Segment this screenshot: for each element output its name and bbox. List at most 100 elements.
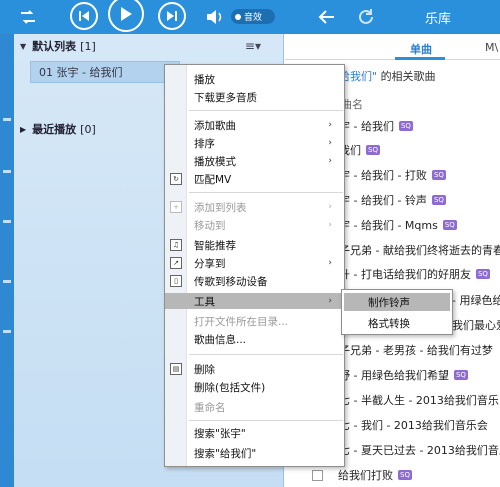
song-title: 子兄弟 - 献给我们终将逝去的青春: [339, 244, 500, 257]
related-songs-heading: 给我们" 的相关歌曲: [339, 68, 436, 84]
phone-icon: ▯: [170, 275, 182, 287]
menu-item-open-folder: 打开文件所在目录...: [165, 313, 346, 329]
related-suffix: 的相关歌曲: [380, 70, 436, 83]
plus-icon: +: [170, 201, 182, 213]
menu-separator: [189, 420, 343, 421]
submenu-arrow-icon: ›: [328, 156, 332, 166]
library-tabs: 单曲 M\: [285, 34, 500, 60]
submenu-arrow-icon: ›: [328, 220, 332, 230]
menu-item-sort[interactable]: 排序 ›: [165, 135, 346, 151]
menu-item-label: 歌曲信息...: [194, 333, 247, 346]
recent-list-header[interactable]: ▶ 最近播放 [0]: [14, 119, 96, 139]
default-list-title: 默认列表: [32, 40, 77, 53]
menu-item-label: 打开文件所在目录...: [194, 315, 289, 328]
menu-item-delete[interactable]: ▤ 删除: [165, 361, 346, 377]
nav-mark-icon[interactable]: [3, 330, 11, 333]
next-icon[interactable]: [158, 2, 186, 30]
tab-mv[interactable]: M\: [485, 41, 498, 54]
menu-item-label: 重命名: [194, 401, 226, 414]
menu-item-match-mv[interactable]: ↻ 匹配MV: [165, 171, 346, 187]
menu-item-label: 播放: [194, 73, 215, 86]
submenu-arrow-icon: ›: [328, 296, 332, 306]
submenu-item-label: 格式转换: [368, 317, 410, 330]
default-list-count: [1]: [80, 39, 96, 53]
submenu-item-convert-format[interactable]: 格式转换: [344, 314, 450, 332]
menu-item-download-quality[interactable]: 下载更多音质: [165, 89, 346, 105]
list-menu-icon[interactable]: ≡▾: [245, 39, 261, 53]
submenu-arrow-icon: ›: [328, 138, 332, 148]
tab-single[interactable]: 单曲: [410, 41, 432, 57]
sq-badge: SQ: [442, 220, 457, 230]
menu-item-smart-recommend[interactable]: ♫ 智能推荐: [165, 237, 346, 253]
menu-separator: [189, 192, 343, 193]
menu-item-label: 工具: [194, 295, 215, 308]
nav-mark-icon[interactable]: [3, 220, 11, 223]
song-title: 升 - 打电话给我们的好朋友: [339, 268, 471, 281]
song-title: 七 - 夏天已过去 - 2013给我们音乐: [339, 444, 500, 457]
menu-item-share[interactable]: ↗ 分享到 ›: [165, 255, 346, 271]
library-title: 乐库: [425, 12, 452, 27]
menu-item-label: 播放模式: [194, 155, 236, 168]
share-icon: ↗: [170, 257, 182, 269]
song-title: 宇 - 给我们 - 打败: [339, 169, 427, 182]
song-title: 七 - 我们 - 2013给我们音乐会: [339, 419, 488, 432]
tab-underline: [395, 57, 445, 60]
tools-submenu: 制作铃声 格式转换: [341, 289, 453, 335]
previous-icon[interactable]: [70, 2, 98, 30]
menu-item-send-to-device[interactable]: ▯ 传歌到移动设备: [165, 273, 346, 289]
song-title: 子兄弟 - 老男孩 - 给我们有过梦: [339, 344, 493, 357]
menu-item-label: 移动到: [194, 219, 226, 232]
menu-separator: [189, 354, 343, 355]
submenu-arrow-icon: ›: [328, 120, 332, 130]
nav-mark-icon[interactable]: [3, 280, 11, 283]
refresh-icon[interactable]: [355, 6, 377, 28]
default-list-header[interactable]: ▼ 默认列表 [1]: [14, 34, 284, 58]
submenu-arrow-icon: ›: [328, 202, 332, 212]
sq-badge: SQ: [431, 170, 446, 180]
menu-separator: [189, 110, 343, 111]
song-row[interactable]: 给我们打败 SQ: [285, 464, 500, 486]
menu-item-label: 匹配MV: [194, 173, 232, 186]
song-title: 宇 - 给我们 - 铃声: [339, 194, 427, 207]
menu-item-delete-with-file[interactable]: 删除(包括文件): [165, 379, 346, 395]
menu-item-move-to: 移动到 ›: [165, 217, 346, 233]
menu-item-search-song[interactable]: 搜索"给我们": [165, 445, 346, 461]
left-nav-rail: [0, 34, 14, 487]
submenu-item-make-ringtone[interactable]: 制作铃声: [344, 293, 450, 311]
sound-effect-toggle[interactable]: 音效: [231, 9, 275, 24]
recent-list-count: [0]: [80, 122, 96, 136]
menu-item-label: 分享到: [194, 257, 226, 270]
top-bar: 音效 乐库: [0, 0, 500, 34]
sq-badge: SQ: [453, 370, 468, 380]
sq-badge: SQ: [475, 269, 490, 279]
menu-item-play[interactable]: 播放: [165, 71, 346, 87]
expand-down-icon: ▼: [20, 41, 27, 51]
expand-right-icon: ▶: [20, 124, 27, 134]
menu-item-label: 删除(包括文件): [194, 381, 266, 394]
menu-item-label: 添加到列表: [194, 201, 247, 214]
sq-badge: SQ: [431, 195, 446, 205]
menu-item-search-artist[interactable]: 搜索"张宇": [165, 425, 346, 441]
song-title: 我们最心爱的: [452, 319, 500, 332]
shuffle-icon[interactable]: [17, 6, 39, 28]
sq-badge: SQ: [398, 470, 412, 480]
nav-mark-icon[interactable]: [3, 118, 11, 121]
context-menu: 播放 下载更多音质 添加歌曲 › 排序 › 播放模式 › ↻ 匹配MV + 添加到列表 › …: [164, 64, 346, 467]
song-title: - 用绿色给我: [452, 294, 500, 307]
menu-item-label: 排序: [194, 137, 215, 150]
menu-item-play-mode[interactable]: 播放模式 ›: [165, 153, 346, 169]
volume-icon[interactable]: [205, 8, 225, 26]
recent-list-title: 最近播放: [32, 123, 77, 136]
menu-item-add-song[interactable]: 添加歌曲 ›: [165, 117, 346, 133]
menu-item-label: 搜索"张宇": [194, 427, 246, 440]
playlist-song-item[interactable]: 01 张宇 - 给我们: [30, 61, 180, 83]
menu-item-song-info[interactable]: 歌曲信息...: [165, 331, 346, 347]
back-arrow-icon[interactable]: [315, 6, 337, 28]
toggle-dot-icon: [235, 13, 241, 20]
menu-item-add-to-list: + 添加到列表 ›: [165, 199, 346, 215]
menu-item-label: 删除: [194, 363, 215, 376]
row-checkbox[interactable]: [312, 469, 323, 481]
menu-item-tools[interactable]: 工具 ›: [165, 293, 346, 309]
nav-mark-icon[interactable]: [3, 170, 11, 173]
play-icon[interactable]: [108, 0, 144, 32]
